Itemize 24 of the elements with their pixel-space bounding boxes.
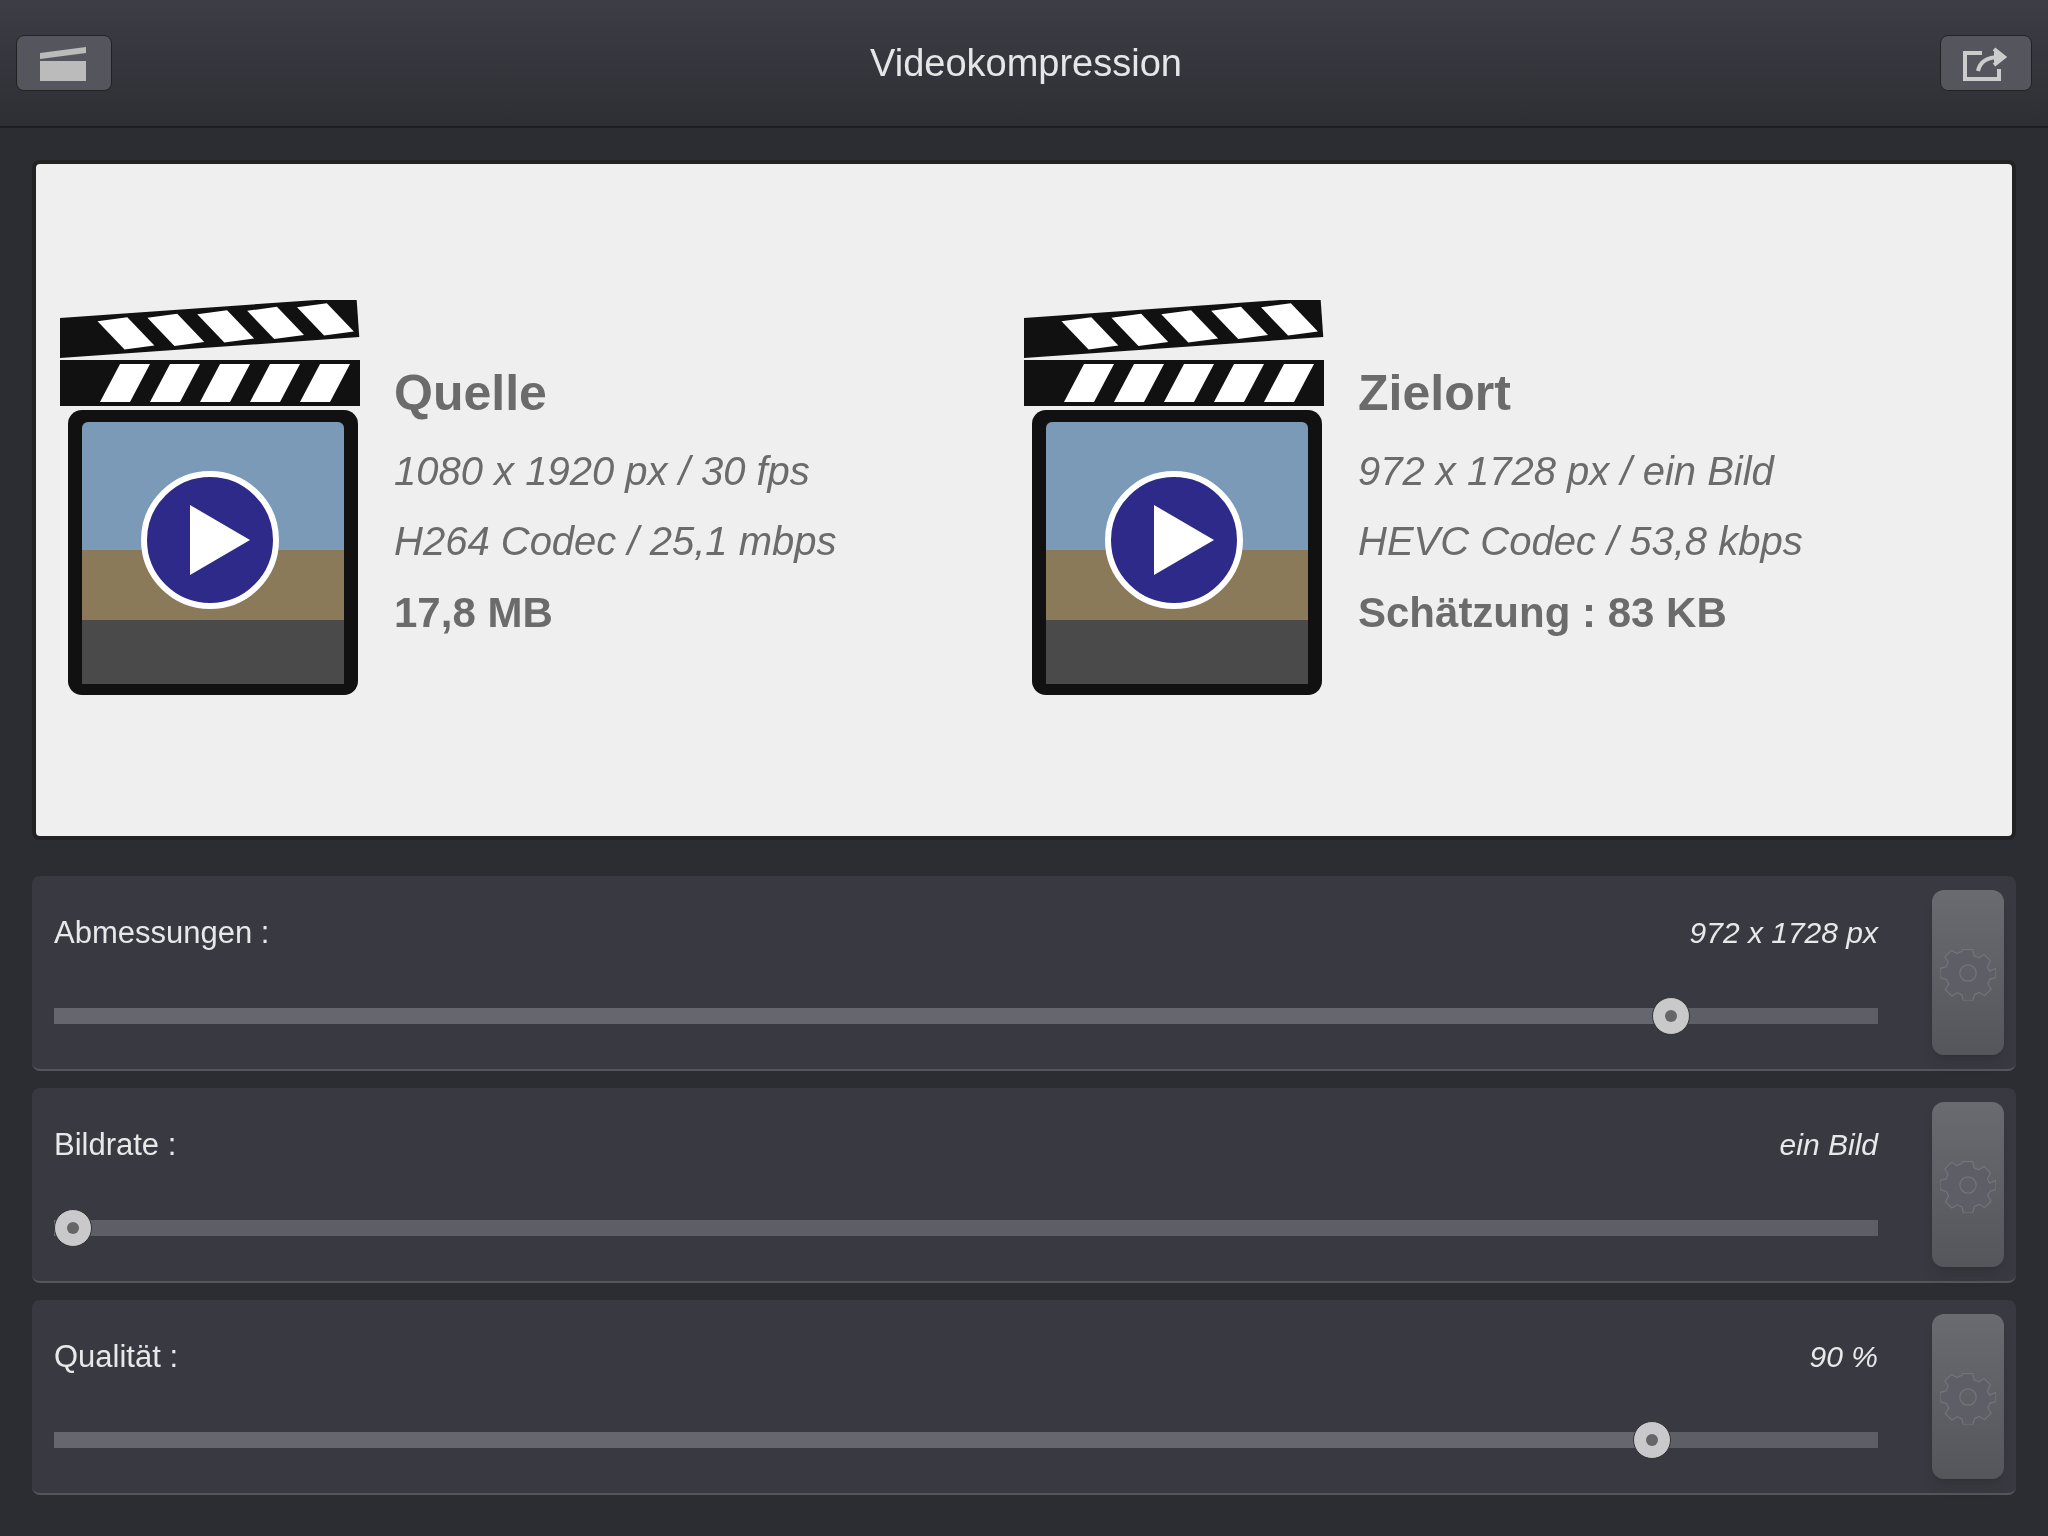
setting-value: 90 %	[1809, 1339, 1878, 1376]
clapperboard-icon	[40, 45, 88, 81]
slider-thumb[interactable]	[1632, 1420, 1671, 1459]
setting-label: Abmessungen :	[54, 914, 270, 953]
settings-button[interactable]	[1932, 1314, 2004, 1479]
video-detail: H264 Codec / 25,1 mbps	[394, 518, 837, 565]
video-detail: 1080 x 1920 px / 30 fps	[394, 448, 811, 495]
file-size: 17,8 MB	[394, 588, 554, 638]
setting-label: Bildrate :	[54, 1126, 177, 1165]
back-button[interactable]	[16, 35, 112, 91]
file-size: Schätzung : 83 KB	[1358, 588, 1728, 638]
settings-button[interactable]	[1932, 1102, 2004, 1267]
settings-button[interactable]	[1932, 890, 2004, 1055]
slider-thumb[interactable]	[1652, 996, 1691, 1035]
setting-value: ein Bild	[1779, 1127, 1878, 1164]
video-title: Zielort	[1358, 364, 1512, 423]
setting-label: Qualität :	[54, 1338, 179, 1377]
video-title: Quelle	[394, 364, 548, 423]
window-title: Videokompression	[870, 40, 1182, 86]
video-detail: HEVC Codec / 53,8 kbps	[1358, 518, 1803, 565]
share-icon	[1962, 45, 2010, 81]
setting-value: 972 x 1728 px	[1689, 915, 1878, 952]
video-detail: 972 x 1728 px / ein Bild	[1358, 448, 1776, 495]
share-button[interactable]	[1940, 35, 2032, 91]
